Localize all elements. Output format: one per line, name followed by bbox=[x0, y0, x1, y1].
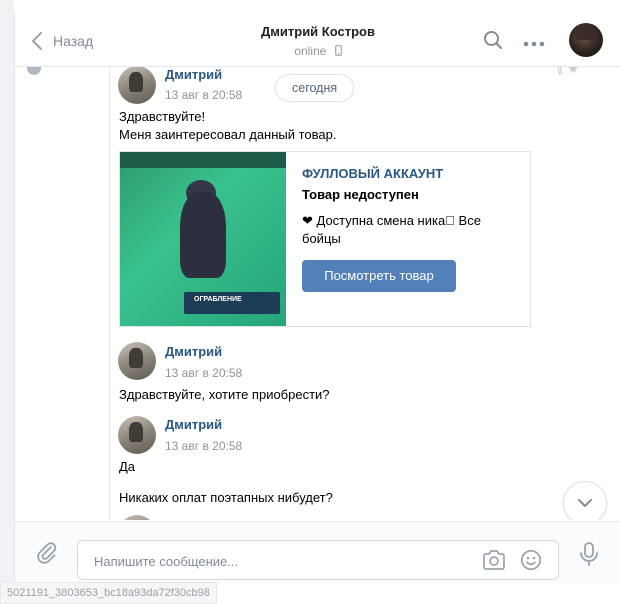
more-icon[interactable] bbox=[523, 36, 545, 51]
message-line: Здравствуйте! bbox=[119, 109, 206, 124]
message-line: Никаких оплат поэтапных нибудет? bbox=[119, 490, 333, 505]
date-divider: сегодня bbox=[275, 74, 355, 102]
product-card[interactable]: ОГРАБЛЕНИЕ ФУЛЛОВЫЙ АККАУНТ Товар недост… bbox=[119, 151, 531, 327]
image-character bbox=[180, 192, 226, 278]
thread-divider bbox=[109, 67, 110, 520]
message-line: Да bbox=[119, 459, 136, 474]
message-time[interactable]: 13 авг в 20:58 bbox=[165, 439, 242, 453]
message-author[interactable]: Дмитрий bbox=[165, 344, 222, 359]
chevron-down-icon bbox=[578, 499, 592, 507]
search-icon[interactable] bbox=[483, 30, 503, 53]
product-description: ❤ Доступна смена ника⃣ Все бойцы bbox=[302, 213, 481, 246]
chat-panel: Назад Дмитрий Костров online ⟪ ★ Дмитрий… bbox=[14, 14, 620, 583]
message-time[interactable]: 13 авг в 20:58 bbox=[165, 366, 242, 380]
message-actions-icon[interactable]: ⟪ ★ bbox=[557, 67, 580, 77]
message-author[interactable]: Дмитрий bbox=[165, 417, 222, 432]
message-time[interactable]: 13 авг в 20:58 bbox=[165, 88, 242, 102]
contact-avatar[interactable] bbox=[569, 23, 603, 57]
view-product-button[interactable]: Посмотреть товар bbox=[302, 260, 456, 292]
chat-header: Назад Дмитрий Костров online bbox=[15, 14, 620, 67]
microphone-icon[interactable] bbox=[577, 541, 601, 570]
mobile-icon bbox=[334, 45, 342, 59]
unread-indicator bbox=[27, 67, 41, 75]
message-line: Здравствуйте, хотите приобрести? bbox=[119, 387, 330, 402]
message-composer bbox=[15, 521, 620, 583]
scroll-down-button[interactable] bbox=[563, 481, 607, 520]
paperclip-icon[interactable] bbox=[35, 541, 59, 568]
camera-icon[interactable] bbox=[482, 549, 506, 574]
left-edge bbox=[0, 0, 14, 602]
emoji-icon[interactable] bbox=[520, 549, 542, 574]
product-title[interactable]: ФУЛЛОВЫЙ АККАУНТ bbox=[302, 166, 443, 181]
message-input[interactable] bbox=[92, 541, 466, 581]
message-author[interactable]: Дмитрий bbox=[165, 67, 222, 82]
image-banner-text: ОГРАБЛЕНИЕ bbox=[194, 296, 242, 303]
avatar[interactable] bbox=[118, 416, 156, 454]
image-banner: ОГРАБЛЕНИЕ bbox=[184, 292, 280, 314]
chat-window: Назад Дмитрий Костров online ⟪ ★ Дмитрий… bbox=[0, 0, 620, 604]
product-availability: Товар недоступен bbox=[302, 187, 419, 202]
watermark-id: 5021191_3803653_bc18a93da72f30cb98 bbox=[0, 582, 217, 604]
avatar[interactable] bbox=[118, 515, 156, 520]
avatar[interactable] bbox=[118, 67, 156, 104]
status-text: online bbox=[294, 44, 327, 58]
image-topbar bbox=[120, 152, 286, 168]
message-input-box[interactable] bbox=[77, 540, 559, 581]
product-image[interactable]: ОГРАБЛЕНИЕ bbox=[120, 152, 286, 326]
avatar[interactable] bbox=[118, 342, 156, 380]
message-feed[interactable]: ⟪ ★ Дмитрий сегодня 13 авг в 20:58 Здрав… bbox=[15, 67, 620, 520]
message-line: Меня заинтересовал данный товар. bbox=[119, 127, 337, 142]
